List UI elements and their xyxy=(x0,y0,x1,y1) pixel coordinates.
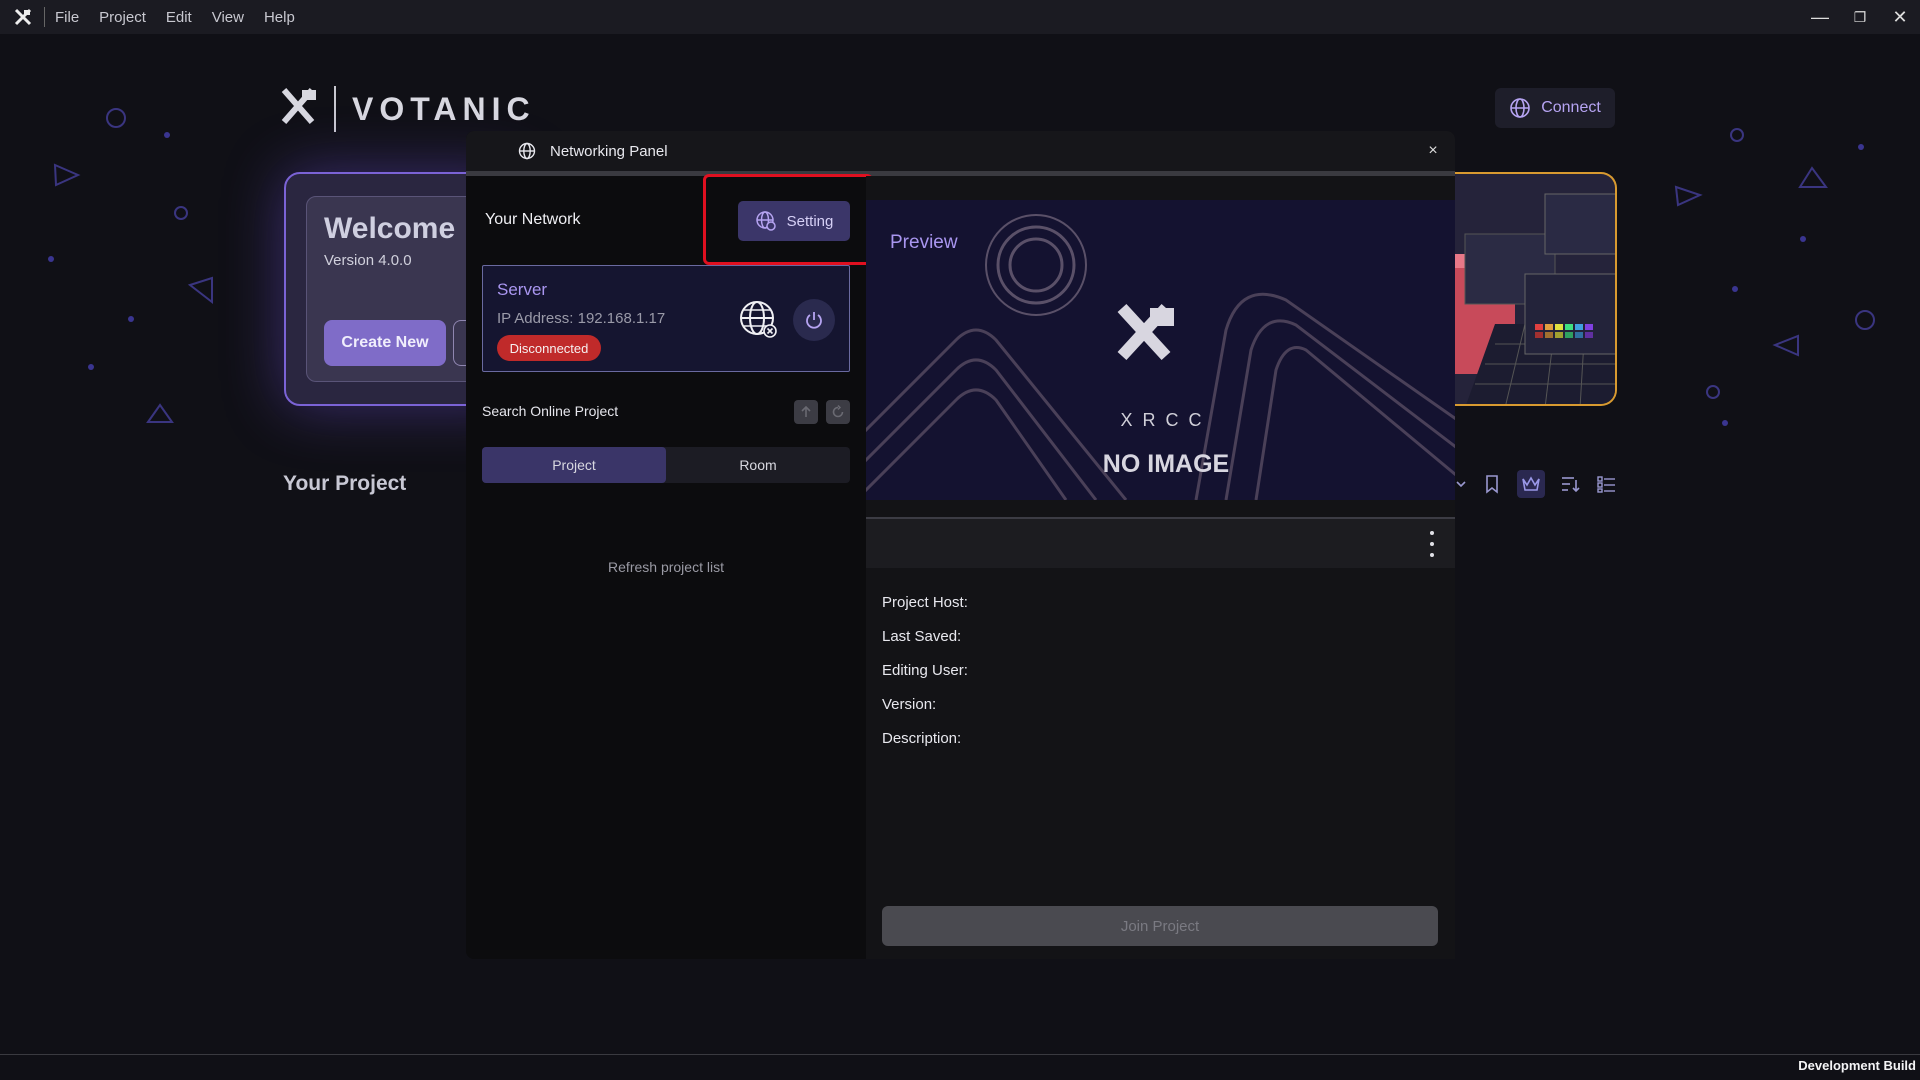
dialog-title: Networking Panel xyxy=(550,142,668,160)
more-options-icon[interactable] xyxy=(1427,531,1437,557)
tab-room[interactable]: Room xyxy=(666,447,850,483)
globe-icon xyxy=(516,140,538,162)
version-label: Version: xyxy=(882,696,937,713)
upload-button[interactable] xyxy=(794,400,818,424)
welcome-title: Welcome xyxy=(324,212,456,245)
connect-button[interactable]: Connect xyxy=(1495,88,1615,128)
project-view-toolbar xyxy=(1455,470,1617,498)
your-network-label: Your Network xyxy=(485,211,581,228)
connect-label: Connect xyxy=(1541,99,1601,116)
network-settings-icon xyxy=(755,211,776,231)
setting-label: Setting xyxy=(786,212,834,230)
refresh-button[interactable] xyxy=(826,400,850,424)
refresh-icon xyxy=(832,405,844,418)
project-host-label: Project Host: xyxy=(882,594,968,611)
setting-button[interactable]: Setting xyxy=(738,201,850,241)
feature-illustration xyxy=(1455,172,1617,406)
sort-icon[interactable] xyxy=(1559,473,1581,495)
join-project-button[interactable]: Join Project xyxy=(882,906,1438,946)
preview-label: Preview xyxy=(890,232,958,253)
brand-logo: VOTANIC xyxy=(280,86,536,132)
brand-separator xyxy=(334,86,336,132)
last-saved-label: Last Saved: xyxy=(882,628,962,645)
xrcc-text: XRCC xyxy=(1120,410,1212,430)
welcome-version: Version 4.0.0 xyxy=(324,252,412,269)
server-title: Server xyxy=(497,280,548,299)
description-label: Description: xyxy=(882,730,962,747)
project-info-list: Project Host: Last Saved: Editing User: … xyxy=(882,594,968,764)
networking-panel-dialog: Networking Panel × Your Network Setting … xyxy=(466,131,1455,959)
create-new-button[interactable]: Create New xyxy=(324,320,446,366)
globe-icon xyxy=(1510,98,1531,118)
dialog-header: Networking Panel × xyxy=(466,131,1455,171)
power-button[interactable] xyxy=(793,299,835,341)
editing-user-label: Editing User: xyxy=(882,662,968,679)
chevron-down-icon[interactable] xyxy=(1455,473,1467,495)
your-project-heading: Your Project xyxy=(283,472,407,495)
power-icon xyxy=(806,312,822,329)
no-image-text: NO IMAGE xyxy=(1102,450,1230,478)
xrcc-logo-icon xyxy=(281,88,316,124)
close-dialog-button[interactable]: × xyxy=(1421,139,1445,163)
server-ip-address: IP Address: 192.168.1.17 xyxy=(497,310,666,327)
server-card: Server IP Address: 192.168.1.17 Disconne… xyxy=(482,265,850,372)
status-badge: Disconnected xyxy=(497,335,601,361)
upload-icon xyxy=(801,405,811,417)
crown-icon[interactable] xyxy=(1517,470,1545,498)
editor-illustration-image xyxy=(1455,193,1615,404)
project-details-pane: Preview XRCC NO IMAGE Project Host: Last… xyxy=(866,176,1455,959)
development-build-label: Development Build xyxy=(1798,1058,1916,1073)
status-divider xyxy=(0,1054,1920,1055)
info-header-bar xyxy=(866,519,1455,568)
tab-project[interactable]: Project xyxy=(482,447,666,483)
refresh-project-list-link[interactable]: Refresh project list xyxy=(466,559,866,575)
search-online-project-label: Search Online Project xyxy=(482,403,619,419)
preview-panel: Preview XRCC NO IMAGE xyxy=(866,200,1455,500)
project-room-tabs: Project Room xyxy=(482,447,850,483)
list-view-icon[interactable] xyxy=(1595,473,1617,495)
bookmark-icon[interactable] xyxy=(1481,473,1503,495)
network-globe-icon xyxy=(739,300,779,340)
brand-name: VOTANIC xyxy=(352,90,536,127)
